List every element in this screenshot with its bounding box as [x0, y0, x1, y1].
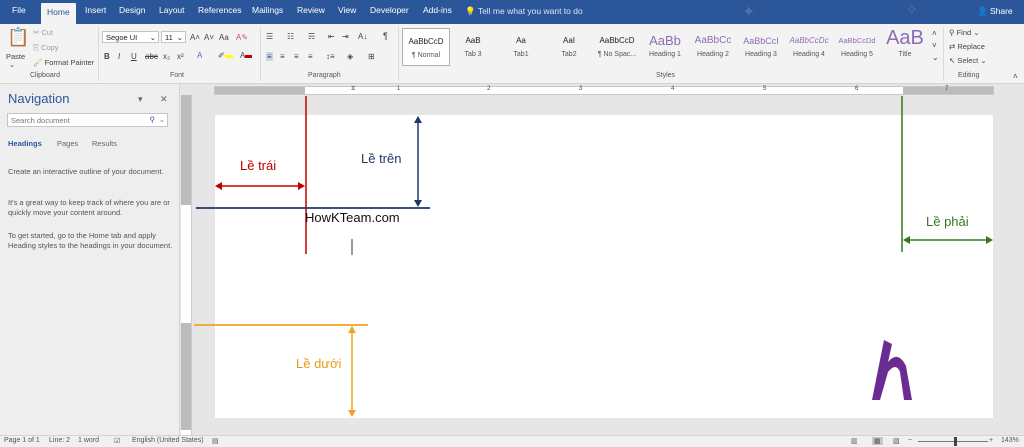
zoom-slider-thumb[interactable] [954, 437, 957, 446]
arrow-head-icon [348, 326, 356, 333]
arrow-head-icon [414, 200, 422, 207]
document-text[interactable]: HowKTeam.com [305, 210, 400, 225]
bottom-margin-label: Lề dưới [296, 356, 342, 371]
print-layout-icon[interactable]: ▦ [872, 437, 883, 445]
status-bar: Page 1 of 1 Line: 2 1 word ☑ English (Un… [0, 435, 1024, 447]
zoom-level[interactable]: 143% [1001, 437, 1019, 444]
zoom-in-icon[interactable]: + [989, 437, 993, 444]
howkteam-logo-icon [872, 340, 912, 400]
language-indicator[interactable]: English (United States) [132, 437, 204, 444]
top-margin-label: Lề trên [361, 151, 402, 166]
page-count[interactable]: Page 1 of 1 [4, 437, 40, 444]
zoom-out-icon[interactable]: − [908, 437, 912, 444]
right-margin-label: Lề phải [926, 214, 969, 229]
arrow-head-icon [348, 410, 356, 417]
macro-record-icon[interactable]: ▤ [212, 437, 219, 445]
margin-annotations [194, 96, 993, 417]
arrow-head-icon [414, 116, 422, 123]
arrow-head-icon [986, 236, 993, 244]
word-count[interactable]: 1 word [78, 437, 99, 444]
proofing-icon[interactable]: ☑ [114, 437, 120, 445]
line-number[interactable]: Line: 2 [49, 437, 70, 444]
arrow-head-icon [903, 236, 910, 244]
left-margin-label: Lề trái [240, 158, 277, 173]
arrow-head-icon [298, 182, 305, 190]
web-layout-icon[interactable]: ▧ [893, 437, 900, 445]
zoom-slider[interactable] [918, 441, 988, 442]
arrow-head-icon [215, 182, 222, 190]
read-mode-icon[interactable]: ▥ [851, 437, 858, 445]
